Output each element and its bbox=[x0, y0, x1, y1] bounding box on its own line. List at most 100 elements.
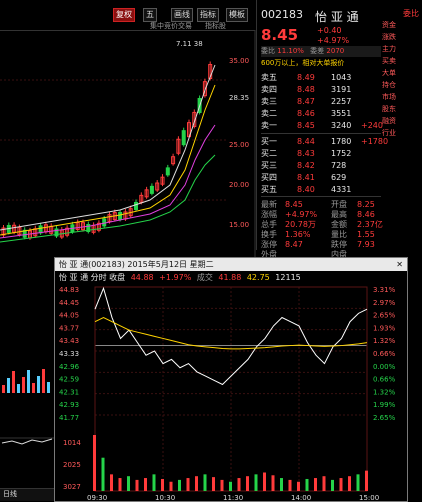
side-item[interactable]: 主力 bbox=[382, 44, 422, 54]
price-pct: +4.97% bbox=[317, 36, 350, 45]
volume-bar bbox=[22, 377, 25, 393]
intraday-chart[interactable]: 44.83 44.45 44.05 43.77 43.43 43.33 42.96 42.59… bbox=[55, 283, 407, 501]
vol-tick-label: 3027 bbox=[63, 483, 81, 491]
side-item[interactable]: 股东 bbox=[382, 104, 422, 114]
y-tick-label: 44.45 bbox=[59, 299, 79, 307]
y-tick-label: 42.31 bbox=[59, 388, 79, 396]
ma-line-white bbox=[0, 64, 216, 231]
peak-label: 7.11 38 bbox=[176, 40, 203, 48]
volume-bar bbox=[356, 474, 360, 491]
volume-bar bbox=[229, 481, 232, 491]
tab-five[interactable]: 五 bbox=[143, 8, 157, 22]
side-item[interactable]: 资金 bbox=[382, 20, 422, 30]
y-tick-label: 44.05 bbox=[59, 312, 79, 320]
volume-bar bbox=[152, 474, 156, 491]
volume-bar bbox=[161, 478, 164, 491]
volume-bar bbox=[348, 476, 351, 491]
tab-template[interactable]: 模板 bbox=[226, 8, 248, 22]
pct-tick-label: 2.65% bbox=[373, 414, 396, 422]
big-order-notice: 600万以上，相对大单报价 bbox=[261, 59, 345, 67]
pct-tick-label: 0.00% bbox=[373, 363, 396, 371]
volume-bar bbox=[246, 476, 249, 491]
pct-tick-label: 2.97% bbox=[373, 299, 396, 307]
volume-bar bbox=[280, 478, 283, 491]
vol-tick-label: 1014 bbox=[63, 439, 81, 447]
pct-tick-label: 1.32% bbox=[373, 337, 396, 345]
side-item[interactable]: 行业 bbox=[382, 128, 422, 138]
volume-bar bbox=[169, 481, 173, 491]
order-book-row: 买四 8.41 629 bbox=[261, 173, 347, 182]
order-book-row: 卖五 8.49 1043 bbox=[261, 73, 352, 82]
order-book-row: 买五 8.40 4331 bbox=[261, 185, 352, 194]
y-tick-label: 42.96 bbox=[59, 363, 80, 371]
y-tick-label: 42.93 bbox=[59, 401, 79, 409]
volume-bar bbox=[144, 478, 147, 491]
close-icon[interactable]: ✕ bbox=[396, 258, 403, 271]
tab-fuquan[interactable]: 复权 bbox=[113, 8, 135, 22]
side-item[interactable]: 融资 bbox=[382, 116, 422, 126]
divider bbox=[261, 196, 381, 197]
last-price: 8.45 bbox=[261, 26, 299, 44]
volume-bar bbox=[288, 479, 292, 491]
tab-indicator[interactable]: 指标 bbox=[197, 8, 219, 22]
kline-chart[interactable]: 7.11 38 35.00 28.35 25.00 20.00 15.00 bbox=[0, 30, 256, 258]
order-book-row: 卖二 8.46 3551 bbox=[261, 109, 352, 118]
volume-bar bbox=[32, 383, 35, 393]
volume-bar bbox=[186, 478, 190, 491]
volume-bar bbox=[17, 384, 20, 393]
pct-tick-label: 1.32% bbox=[373, 388, 396, 396]
y-tick-label: 43.43 bbox=[59, 337, 79, 345]
pct-tick-label: 3.31% bbox=[373, 286, 396, 294]
order-book-row: 买二 8.43 1752 bbox=[261, 149, 352, 158]
volume-bar bbox=[178, 479, 181, 491]
price-tick: 15.00 bbox=[229, 221, 249, 229]
weibi-row: 委比 11.10% 委差 2070 bbox=[261, 46, 381, 57]
bottom-bar: 日线 bbox=[0, 488, 54, 501]
volume-bar bbox=[101, 457, 105, 491]
order-book-row: 买一 8.44 1780 +1780 bbox=[261, 137, 389, 146]
pct-tick-label: 0.66% bbox=[373, 376, 396, 384]
price-tick: 28.35 bbox=[229, 94, 249, 102]
pct-tick-label: 0.66% bbox=[373, 350, 396, 358]
price-tick: 20.00 bbox=[229, 181, 249, 189]
popup-info-bar: 怡 亚 通 分时 收盘 44.88 +1.97% 成交 41.88 42.75 … bbox=[55, 272, 407, 283]
volume-bar bbox=[254, 474, 258, 491]
volume-bar bbox=[314, 478, 317, 491]
price-change: +0.40 bbox=[317, 26, 342, 35]
volume-bar bbox=[42, 369, 45, 393]
volume-bar bbox=[212, 477, 215, 491]
volume-bar bbox=[263, 472, 266, 491]
volume-bar bbox=[203, 474, 207, 491]
price-tick: 35.00 bbox=[229, 57, 249, 65]
candlesticks bbox=[1, 61, 213, 240]
volume-bar bbox=[27, 370, 30, 393]
volume-bar bbox=[110, 474, 113, 491]
order-book-row: 买三 8.42 728 bbox=[261, 161, 347, 170]
top-toolbar: 复权 五 画线 指标 模板 集中竞价交易 指标股 bbox=[0, 0, 255, 31]
volume-bar bbox=[2, 385, 5, 393]
pct-tick-label: 1.99% bbox=[373, 401, 396, 409]
volume-bar bbox=[7, 378, 10, 393]
order-book-row: 卖三 8.47 2257 bbox=[261, 97, 352, 106]
stock-name: 怡 亚 通 bbox=[315, 10, 359, 24]
popup-title-bar[interactable]: 怡 亚 通(002183) 2015年5月12日 星期二 ✕ bbox=[55, 258, 407, 271]
popup-title: 怡 亚 通(002183) 2015年5月12日 星期二 bbox=[59, 260, 214, 269]
tab-draw[interactable]: 画线 bbox=[171, 8, 193, 22]
volume-bar bbox=[271, 475, 275, 491]
y-tick-label: 43.77 bbox=[59, 324, 79, 332]
pct-tick-label: 1.93% bbox=[373, 324, 396, 332]
side-item[interactable]: 大单 bbox=[382, 68, 422, 78]
volume-bar bbox=[135, 479, 139, 491]
intraday-popup[interactable]: 怡 亚 通(002183) 2015年5月12日 星期二 ✕ 怡 亚 通 分时 … bbox=[54, 257, 408, 502]
weibi-header: 委比 bbox=[403, 9, 419, 18]
volume-bar bbox=[237, 478, 241, 491]
side-item[interactable]: 持仓 bbox=[382, 80, 422, 90]
side-item[interactable]: 市场 bbox=[382, 92, 422, 102]
side-item[interactable]: 买卖 bbox=[382, 56, 422, 66]
volume-panel bbox=[0, 369, 54, 445]
pct-tick-label: 2.65% bbox=[373, 312, 396, 320]
vol-tick-label: 2025 bbox=[63, 461, 81, 469]
divider bbox=[261, 133, 381, 134]
side-item[interactable]: 涨跌 bbox=[382, 32, 422, 42]
volume-bar bbox=[305, 478, 309, 491]
